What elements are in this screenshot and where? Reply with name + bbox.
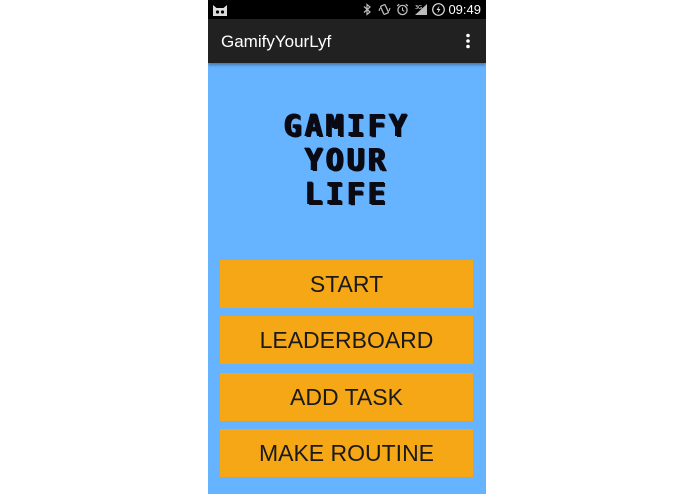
start-button[interactable]: START: [220, 260, 473, 308]
app-title: GamifyYourLyf: [221, 32, 332, 51]
make-routine-button[interactable]: MAKE ROUTINE: [220, 429, 473, 477]
signal-icon: 3G: [414, 2, 428, 17]
status-bar: 3G 09:49: [208, 0, 486, 19]
action-bar: GamifyYourLyf: [208, 19, 486, 63]
svg-text:3G: 3G: [415, 5, 422, 11]
app-screen: 3G 09:49 GamifyYourLyf GAMIFY YOUR LIFE …: [208, 0, 486, 494]
logo-line-2: YOUR: [304, 143, 390, 178]
vibrate-icon: [378, 2, 391, 17]
leaderboard-button[interactable]: LEADERBOARD: [220, 316, 473, 364]
add-task-button[interactable]: ADD TASK: [220, 373, 473, 421]
bluetooth-icon: [362, 2, 372, 17]
alarm-icon: [396, 2, 409, 17]
cat-notification-icon: [212, 2, 228, 17]
more-vert-icon[interactable]: [456, 29, 480, 53]
app-logo: GAMIFY YOUR LIFE: [208, 110, 486, 212]
battery-charging-icon: [432, 2, 445, 17]
logo-line-3: LIFE: [304, 177, 390, 212]
logo-line-1: GAMIFY: [283, 109, 411, 144]
status-time: 09:49: [448, 2, 481, 17]
